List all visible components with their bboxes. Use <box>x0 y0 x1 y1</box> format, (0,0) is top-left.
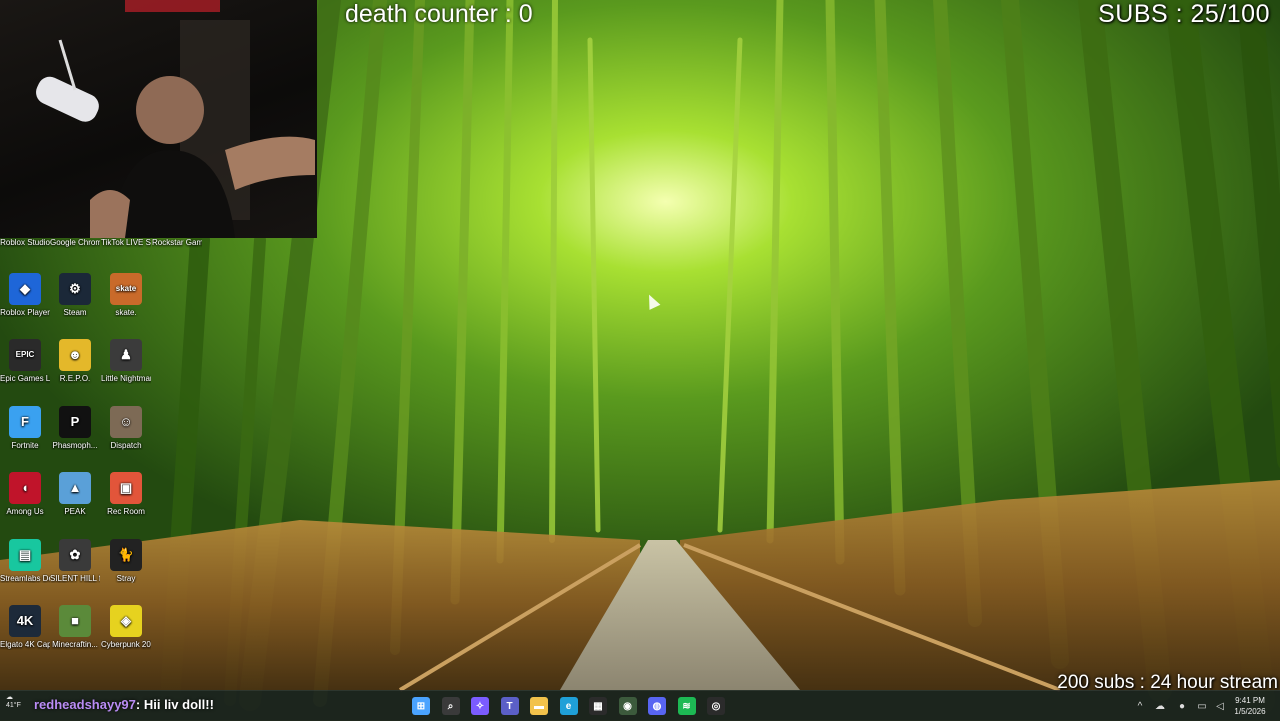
desktop-icon-label: Dispatch <box>110 440 142 450</box>
desktop-icon-label: Rec Room <box>107 507 145 516</box>
desktop-icon-label: Fortnite <box>11 440 39 450</box>
desktop-icon[interactable]: ⚙ Steam <box>50 272 100 318</box>
fortnite-icon: F <box>9 405 41 438</box>
obs-icon[interactable]: ◎ <box>707 697 725 715</box>
death-counter-overlay: death counter : 0 <box>345 0 533 28</box>
roblox-player-icon: ◆ <box>9 272 41 305</box>
desktop-icon[interactable]: ▲ PEAK <box>50 472 100 517</box>
desktop-icon[interactable]: ✿ SILENT HILL f <box>50 538 100 584</box>
epic-games-icon: EPIC <box>9 339 41 371</box>
clock-time: 9:41 PM <box>1235 696 1265 705</box>
desktop-icon[interactable]: ◢Roblox Studio <box>0 238 50 248</box>
desktop-icon-label: Streamlabs Desktop <box>0 573 50 583</box>
desktop-icon[interactable]: ▤ Streamlabs Desktop <box>0 538 50 584</box>
steam-icon: ⚙ <box>59 272 91 305</box>
desktop-icon[interactable]: skate skate. <box>101 272 151 318</box>
store-icon[interactable]: ▦ <box>589 697 607 715</box>
clock-date: 1/5/2026 <box>1234 707 1266 716</box>
desktop-icon-label: skate. <box>115 307 137 317</box>
phasmophobia-icon: P <box>59 405 91 438</box>
desktop-icon-label: PEAK <box>64 507 86 516</box>
cyberpunk-icon: ◈ <box>110 605 142 637</box>
among-us-icon: ◖ <box>9 472 41 504</box>
desktop-icon-label: SILENT HILL f <box>50 573 100 583</box>
desktop-icon-label: Roblox Studio <box>0 238 50 247</box>
weather-widget[interactable]: ☁ 41°F <box>6 694 21 710</box>
chevron-up-icon[interactable]: ^ <box>1134 700 1146 712</box>
speaker-icon[interactable]: ◁ <box>1214 700 1226 712</box>
stray-icon: 🐈 <box>110 538 142 571</box>
desktop-icon-label: Little Nightmar... <box>101 374 151 383</box>
app-icon[interactable]: ◉ <box>618 697 637 715</box>
desktop-icon[interactable]: ♟ Little Nightmar... <box>101 339 151 384</box>
desktop-icon-label: Stray <box>116 573 136 583</box>
desktop-icon-label: Minecraftin... <box>52 640 98 649</box>
elgato-icon: 4K <box>9 605 41 637</box>
system-clock[interactable]: 9:41 PM 1/5/2026 <box>1228 695 1272 717</box>
desktop-icon[interactable]: ◆ Roblox Player <box>0 272 50 318</box>
desktop-icon-label: TikTok LIVE Studio <box>101 238 151 247</box>
subs-counter-overlay: SUBS : 25/100 <box>1098 0 1270 28</box>
desktop-icon-label: Elgato 4K Captur... <box>0 640 50 649</box>
desktop-icon[interactable]: 🐈 Stray <box>101 538 151 584</box>
desktop-icon-label: Steam <box>63 307 87 317</box>
desktop-icon[interactable]: ◈ Cyberpunk 2077 <box>101 605 151 650</box>
webcam-feed <box>0 0 317 238</box>
little-nightmares-icon: ♟ <box>110 339 142 371</box>
desktop-icon[interactable]: ■ Minecraftin... <box>50 605 100 650</box>
repo-icon: ☻ <box>59 339 91 371</box>
desktop-icon[interactable]: ◖ Among Us <box>0 472 50 517</box>
search-icon[interactable]: ⌕ <box>441 697 460 715</box>
desktop-icon[interactable]: ☻ R.E.P.O. <box>50 339 100 384</box>
taskbar: ☁ 41°F redheadshayy97: Hii liv doll!! ⊞ ⌕… <box>0 690 1280 721</box>
desktop-icon[interactable]: RRockstar Games... <box>152 238 202 248</box>
desktop-icon-label: Among Us <box>6 507 44 516</box>
desktop-icon[interactable]: ☺ Dispatch <box>101 405 151 451</box>
file-explorer-icon[interactable]: ▬ <box>530 697 548 715</box>
desktop-icon[interactable]: EPIC Epic Games Launcher <box>0 339 50 384</box>
edge-icon[interactable]: e <box>559 697 578 715</box>
chat-username: redheadshayy97 <box>34 697 136 712</box>
copilot-icon[interactable]: ✧ <box>471 697 489 715</box>
desktop-icon-label: Rockstar Games... <box>152 238 202 247</box>
desktop-icon[interactable]: 4K Elgato 4K Captur... <box>0 605 50 650</box>
desktop-icon-label: Phasmoph... <box>52 440 98 450</box>
desktop-icon[interactable]: P Phasmoph... <box>50 405 100 451</box>
desktop-icon[interactable]: ▣ Rec Room <box>101 472 151 517</box>
teams-icon[interactable]: T <box>500 697 519 715</box>
desktop-icon[interactable]: F Fortnite <box>0 405 50 451</box>
desktop-icon-label: Cyberpunk 2077 <box>101 640 151 649</box>
weather-icon: ☁ <box>6 694 13 701</box>
discord-icon[interactable]: ◍ <box>648 697 666 715</box>
desktop-icon-label: Epic Games Launcher <box>0 374 50 383</box>
weather-temp: 41°F <box>6 702 21 709</box>
start-icon[interactable]: ⊞ <box>412 697 430 715</box>
peak-icon: ▲ <box>59 472 91 504</box>
chat-overlay-message: redheadshayy97: Hii liv doll!! <box>34 697 214 712</box>
chat-text: : Hii liv doll!! <box>135 697 214 712</box>
skate-icon: skate <box>110 272 142 305</box>
desktop-icon-label: Roblox Player <box>0 307 50 317</box>
silent-hill-icon: ✿ <box>59 538 91 571</box>
desktop-icon[interactable]: ♪TikTok LIVE Studio <box>101 238 151 248</box>
desktop-icon-label: R.E.P.O. <box>59 374 91 383</box>
streamlabs-icon: ▤ <box>9 538 41 571</box>
monitor-icon[interactable]: ▭ <box>1196 700 1208 712</box>
cloud-icon[interactable]: ☁ <box>1154 700 1166 712</box>
dispatch-icon: ☺ <box>110 405 142 438</box>
desktop-icon[interactable]: ●Google Chrome <box>50 238 100 248</box>
minecraft-icon: ■ <box>59 605 91 637</box>
spotify-icon[interactable]: ≋ <box>677 697 696 715</box>
microphone-icon[interactable]: ● <box>1176 700 1188 712</box>
streamer-figure <box>36 0 315 238</box>
rec-room-icon: ▣ <box>110 472 142 504</box>
desktop-icon-label: Google Chrome <box>50 238 100 247</box>
